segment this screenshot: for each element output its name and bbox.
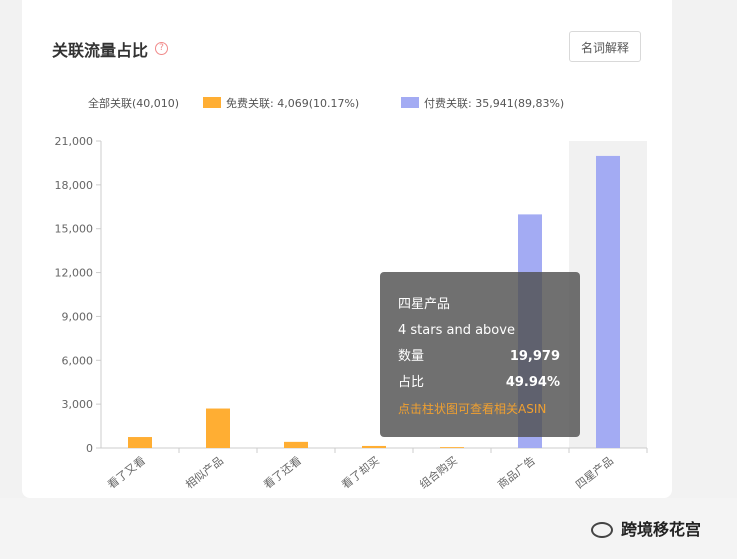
bar — [362, 445, 386, 448]
wechat-icon — [591, 522, 613, 538]
x-tick-label: 商品广告 — [495, 453, 538, 491]
x-tick-label: 组合购买 — [417, 453, 460, 491]
tooltip-count-row: 数量 19,979 — [398, 344, 560, 370]
watermark-text: 跨境移花宫 — [621, 520, 702, 539]
tooltip-share-label: 占比 — [398, 375, 425, 390]
tooltip-hint: 点击柱状图可查看相关ASIN — [398, 402, 547, 416]
y-tick-label: 15,000 — [55, 223, 94, 236]
tooltip-share-value: 49.94% — [505, 375, 560, 390]
x-tick-label: 相似产品 — [183, 453, 226, 491]
x-tick-label: 看了还看 — [261, 453, 304, 491]
tooltip-count-value: 19,979 — [509, 349, 560, 364]
y-tick-label: 0 — [86, 442, 93, 455]
bar — [206, 408, 230, 448]
y-tick-label: 3,000 — [62, 398, 94, 411]
y-tick-label: 9,000 — [62, 310, 94, 323]
bar — [596, 155, 620, 449]
x-tick-label: 看了却买 — [339, 453, 382, 491]
watermark: 跨境移花宫 — [591, 516, 701, 540]
tooltip-share-row: 占比 49.94% — [398, 370, 560, 396]
y-tick-label: 21,000 — [55, 135, 94, 148]
chart-tooltip: 四星产品 4 stars and above 数量 19,979 占比 49.9… — [380, 272, 580, 437]
tooltip-subtitle: 4 stars and above — [398, 323, 515, 338]
x-tick-label: 看了又看 — [105, 453, 148, 491]
tooltip-title: 四星产品 — [398, 297, 451, 312]
bar — [440, 447, 464, 448]
bar-chart: 0 3,000 6,000 9,000 12,000 15,000 18,000 21,000… — [55, 135, 648, 491]
tooltip-count-label: 数量 — [398, 349, 425, 364]
bar — [284, 441, 308, 448]
y-tick-label: 6,000 — [62, 354, 94, 367]
x-tick-label: 四星产品 — [573, 453, 616, 491]
y-tick-label: 12,000 — [55, 267, 94, 280]
bar — [128, 437, 152, 448]
y-tick-label: 18,000 — [55, 179, 94, 192]
